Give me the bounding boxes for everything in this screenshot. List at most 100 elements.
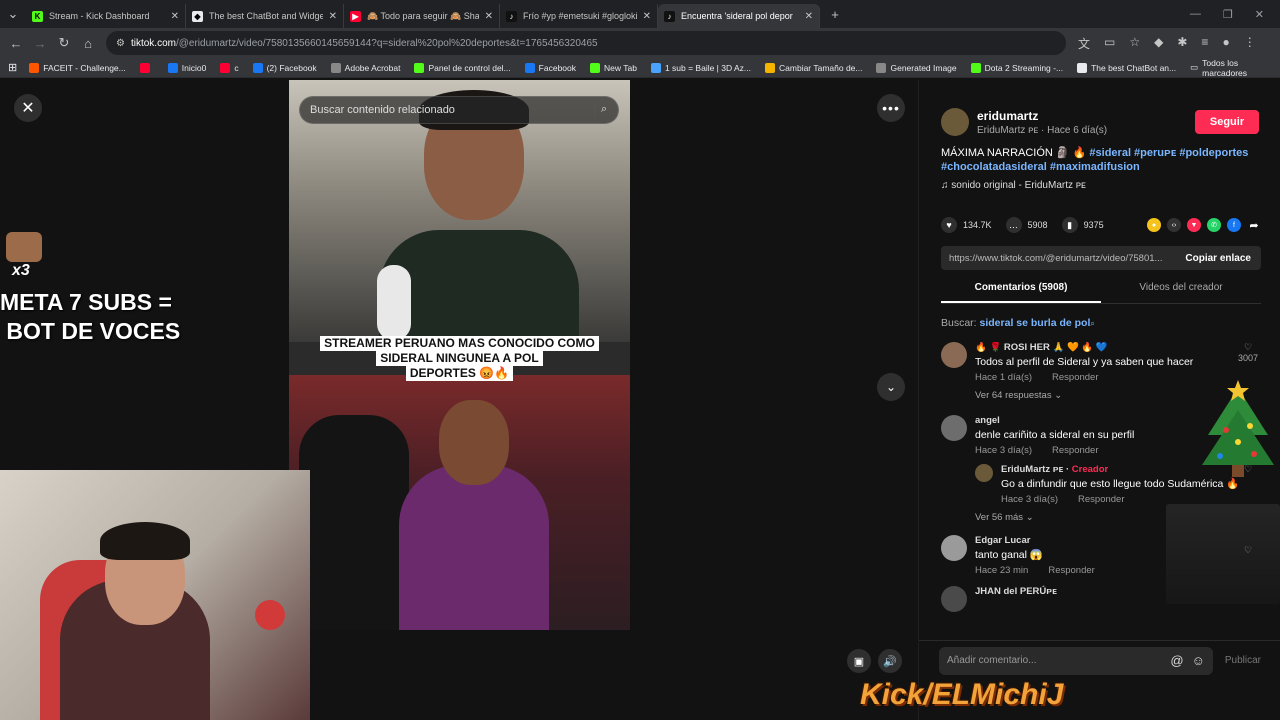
tab-close-icon[interactable]: ✕ <box>805 11 813 22</box>
search-suggestion[interactable]: Buscar: sideral se burla de pol⌕ <box>941 317 1095 329</box>
panel-tabs: Comentarios (5908) Videos del creador <box>941 278 1261 304</box>
author-avatar[interactable] <box>941 108 969 136</box>
bookmark-star-icon[interactable]: ☆ <box>1129 35 1140 52</box>
creator-reply-avatar[interactable] <box>975 464 993 482</box>
tab-close-icon[interactable]: ✕ <box>171 11 179 22</box>
minimize-button[interactable]: — <box>1190 8 1201 21</box>
search-suggestion-query[interactable]: sideral se burla de pol <box>980 317 1091 329</box>
bookmark-item[interactable]: Facebook <box>524 62 576 73</box>
browser-tab[interactable]: ▶ 🙈 Todo para seguir 🙈 Shaka ✕ <box>344 4 500 28</box>
creator-reply-username[interactable]: EriduMartz ᴘᴇ · <box>1001 464 1072 475</box>
coin-share-icon[interactable]: ● <box>1147 218 1161 232</box>
bookmark-item[interactable]: New Tab <box>590 62 637 73</box>
reload-button[interactable]: ↻ <box>52 35 76 51</box>
bookmark-item[interactable]: Panel de control del... <box>414 62 511 73</box>
browser-tab[interactable]: ◆ The best ChatBot and Widgets ✕ <box>186 4 344 28</box>
bookmark-item[interactable]: (2) Facebook <box>252 62 317 73</box>
bookmark-item[interactable]: FACEIT - Challenge... <box>29 62 126 73</box>
related-search-input[interactable]: Buscar contenido relacionado ⌕ <box>299 96 619 124</box>
site-info-icon[interactable]: ⚙ <box>116 38 125 49</box>
tab-search-button[interactable]: ⌄ <box>0 6 26 22</box>
bookmark-item[interactable]: Inicio0 <box>167 62 206 73</box>
share-arrow-icon[interactable]: ➦ <box>1247 218 1261 232</box>
browser-tab[interactable]: ♪ Encuentra 'sideral pol depor ✕ <box>658 4 820 28</box>
emoji-icon[interactable]: ☺ <box>1192 653 1205 668</box>
extension-icon[interactable]: ◆ <box>1154 35 1163 52</box>
save-button[interactable]: ▮ 9375 <box>1061 217 1104 233</box>
all-bookmarks-folder[interactable]: ▭ Todos los marcadores <box>1190 58 1266 78</box>
send-icon[interactable]: ▼ <box>1187 218 1201 232</box>
tab-creator-videos[interactable]: Videos del creador <box>1101 278 1261 303</box>
bookmark-item[interactable]: 1 sub = Baile | 3D Az... <box>650 62 751 73</box>
mini-player-button[interactable]: ▣ <box>847 649 871 673</box>
bookmark-item[interactable]: Dota 2 Streaming -... <box>970 62 1064 73</box>
browser-tab[interactable]: ♪ Frío #yp #emetsuki #gloglokin ✕ <box>500 4 658 28</box>
extensions-puzzle-icon[interactable]: ✱ <box>1177 35 1187 52</box>
bookmark-favicon-icon <box>650 62 661 73</box>
bookmark-item[interactable] <box>139 62 154 73</box>
bookmark-item[interactable]: The best ChatBot an... <box>1077 62 1176 73</box>
bookmark-favicon-icon <box>876 62 887 73</box>
copy-link-button[interactable]: Copiar enlace <box>1175 253 1261 264</box>
video-description: MÁXIMA NARRACIÓN 🗿 🔥 #sideral #peruᴘᴇ #p… <box>941 146 1261 174</box>
home-button[interactable]: ⌂ <box>76 36 100 51</box>
comment-like[interactable]: ♡ 3007 <box>1235 342 1261 363</box>
more-options-button[interactable]: ••• <box>877 94 905 122</box>
share-link-text[interactable]: https://www.tiktok.com/@eridumartz/video… <box>941 253 1175 264</box>
new-tab-button[interactable]: + <box>820 7 850 22</box>
comment-avatar[interactable] <box>941 535 967 561</box>
embed-code-icon[interactable]: ‹› <box>1167 218 1181 232</box>
mention-icon[interactable]: @ <box>1170 653 1183 668</box>
browser-tab[interactable]: K Stream - Kick Dashboard ✕ <box>26 4 186 28</box>
translate-icon[interactable]: 文 <box>1078 35 1090 52</box>
bookmark-item[interactable]: Adobe Acrobat <box>330 62 400 73</box>
close-video-button[interactable]: ✕ <box>14 94 42 122</box>
back-button[interactable]: ← <box>4 36 28 51</box>
reply-button[interactable]: Responder <box>1052 372 1098 383</box>
publish-button[interactable]: Publicar <box>1225 655 1261 666</box>
reply-button[interactable]: Responder <box>1048 565 1094 576</box>
comment-button[interactable]: … 5908 <box>1005 217 1048 233</box>
tab-comments[interactable]: Comentarios (5908) <box>941 278 1101 303</box>
bookmark-favicon-icon <box>1077 62 1088 73</box>
cast-icon[interactable]: ▭ <box>1104 35 1115 52</box>
follow-button[interactable]: Seguir <box>1195 110 1259 134</box>
heart-icon: ♥ <box>941 217 957 233</box>
kick-channel-brand: Kick/ELMichiJ <box>860 678 1064 711</box>
address-bar[interactable]: ⚙ tiktok.com/@eridumartz/video/758013566… <box>106 31 1066 55</box>
search-icon[interactable]: ⌕ <box>594 103 608 117</box>
reply-button[interactable]: Responder <box>1052 445 1098 456</box>
apps-grid-icon[interactable]: ⊞ <box>8 61 17 74</box>
tab-close-icon[interactable]: ✕ <box>643 11 651 22</box>
comment-avatar[interactable] <box>941 342 967 368</box>
whatsapp-icon[interactable]: ✆ <box>1207 218 1221 232</box>
tab-title: Encuentra 'sideral pol depor <box>681 11 793 21</box>
add-comment-input[interactable]: Añadir comentario... @ ☺ <box>939 646 1213 675</box>
forward-button[interactable]: → <box>28 36 52 51</box>
author-handle[interactable]: eridumartz <box>977 109 1195 123</box>
music-link[interactable]: ♫ sonido original - EriduMartz ᴘᴇ <box>941 180 1086 191</box>
video-player[interactable]: STREAMER PERUANO MAS CONOCIDO COMO SIDER… <box>289 80 630 630</box>
close-window-button[interactable]: ✕ <box>1255 8 1264 21</box>
like-button[interactable]: ♥ 134.7K <box>941 217 992 233</box>
profile-avatar-icon[interactable]: ● <box>1222 35 1229 52</box>
bookmark-item[interactable]: Generated Image <box>876 62 957 73</box>
reading-list-icon[interactable]: ≡ <box>1201 35 1208 52</box>
menu-kebab-icon[interactable]: ⋮ <box>1244 35 1256 52</box>
tab-close-icon[interactable]: ✕ <box>485 11 493 22</box>
facebook-icon[interactable]: f <box>1227 218 1241 232</box>
comment-icon: … <box>1005 217 1022 233</box>
volume-button[interactable]: 🔊 <box>878 649 902 673</box>
maximize-button[interactable]: ❐ <box>1223 8 1233 21</box>
comment-username[interactable]: 🔥 🌹 ROSI HER 🙏 🧡 🔥 💙 <box>975 342 1261 353</box>
bookmark-item[interactable]: c <box>220 62 239 73</box>
bookmark-label: Dota 2 Streaming -... <box>984 62 1064 73</box>
comment-avatar[interactable] <box>941 415 967 441</box>
heart-outline-icon: ♡ <box>1243 342 1253 352</box>
reply-button[interactable]: Responder <box>1078 494 1124 505</box>
next-video-button[interactable]: ⌄ <box>877 373 905 401</box>
comment-avatar[interactable] <box>941 586 967 612</box>
bookmark-item[interactable]: Cambiar Tamaño de... <box>765 62 862 73</box>
author-row: eridumartz EriduMartz ᴘᴇ · Hace 6 día(s)… <box>941 106 1259 138</box>
tab-close-icon[interactable]: ✕ <box>329 11 337 22</box>
